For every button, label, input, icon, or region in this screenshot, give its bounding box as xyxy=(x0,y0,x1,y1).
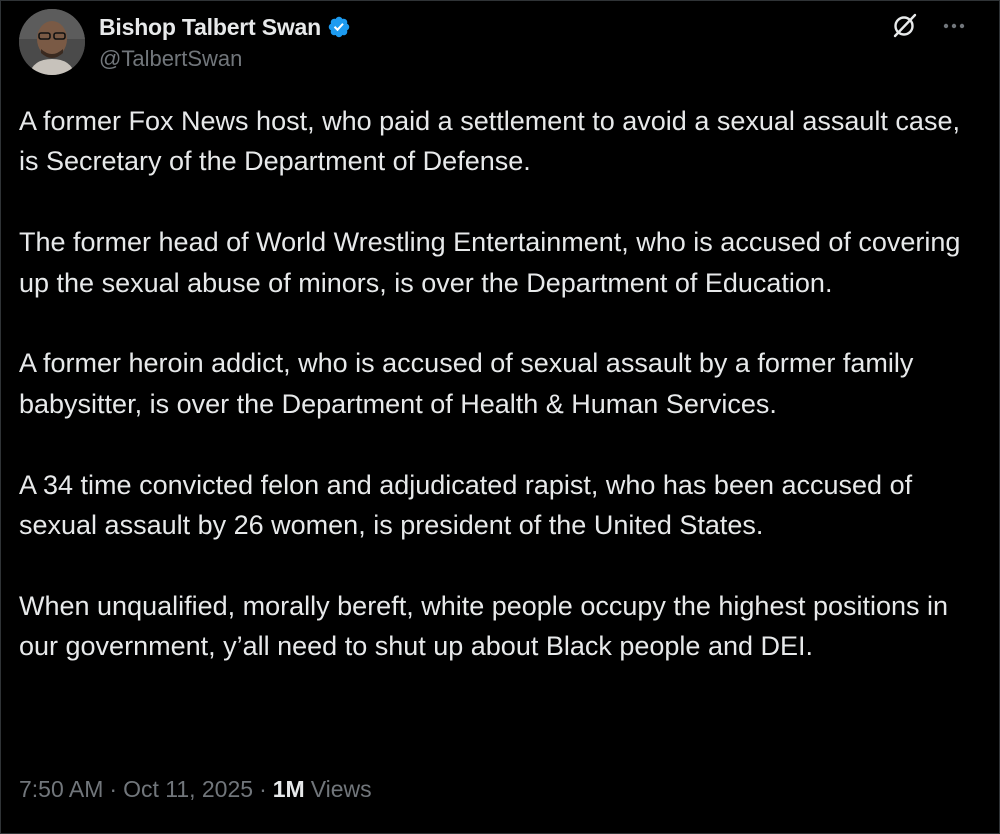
meta-separator: · xyxy=(259,776,267,802)
author-handle[interactable]: @TalbertSwan xyxy=(99,46,242,72)
tweet-top-actions xyxy=(889,11,969,41)
views-count[interactable]: 1M xyxy=(273,776,305,803)
tweet-paragraph: The former head of World Wrestling Enter… xyxy=(19,227,961,298)
tweet-time[interactable]: 7:50 AM xyxy=(19,776,103,803)
tweet-paragraph: When unqualified, morally bereft, white … xyxy=(19,590,949,662)
grok-slash-circle-icon[interactable] xyxy=(889,11,919,41)
tweet-meta: 7:50 AM · Oct 11, 2025 · 1M Views xyxy=(19,776,372,803)
tweet-text: A former Fox News host, who paid a settl… xyxy=(19,101,984,707)
tweet-date[interactable]: Oct 11, 2025 xyxy=(123,776,253,803)
tweet-paragraph: A 34 time convicted felon and adjudicate… xyxy=(19,469,913,541)
more-horizontal-icon[interactable] xyxy=(939,11,969,41)
verified-badge-icon[interactable] xyxy=(327,15,351,39)
views-label: Views xyxy=(310,776,372,802)
avatar[interactable] xyxy=(19,9,85,75)
tweet-card: Bishop Talbert Swan @TalbertSwan A forme… xyxy=(0,0,1000,834)
author-name-row: Bishop Talbert Swan xyxy=(99,12,351,42)
tweet-paragraph: A former heroin addict, who is accused o… xyxy=(19,348,914,419)
author-display-name[interactable]: Bishop Talbert Swan xyxy=(99,14,321,41)
tweet-paragraph: A former Fox News host, who paid a settl… xyxy=(19,106,960,177)
meta-separator: · xyxy=(109,776,118,802)
